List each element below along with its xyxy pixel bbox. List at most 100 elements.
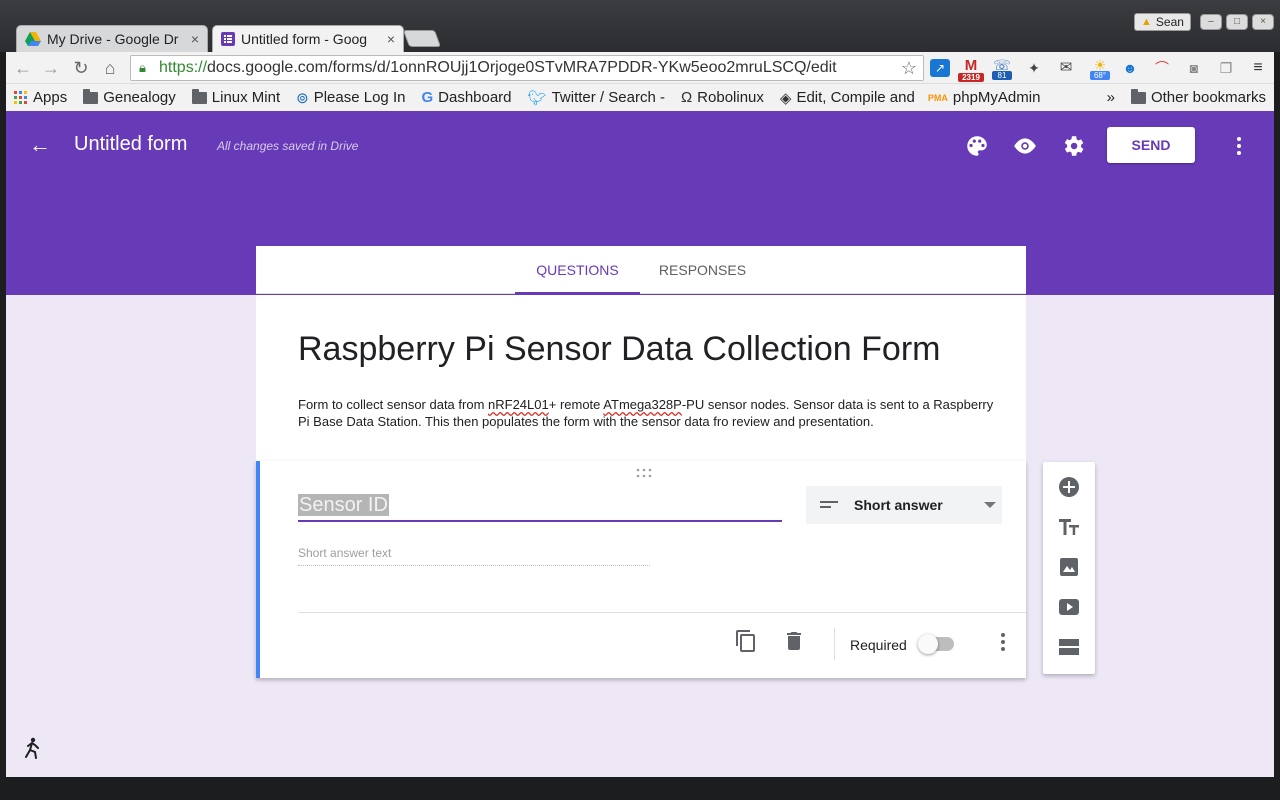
bookmark-robolinux[interactable]: Ω Robolinux: [673, 89, 772, 106]
question-card[interactable]: Sensor ID Short answer Short answer text…: [256, 461, 1026, 678]
bookmark-label: Genealogy: [103, 89, 176, 106]
screenshot-extension-icon[interactable]: ❐: [1216, 59, 1236, 77]
form-description-field[interactable]: Form to collect sensor data from nRF24L0…: [298, 396, 998, 430]
tab-title: Untitled form - Goog: [241, 31, 368, 47]
folder-icon: [191, 88, 207, 104]
description-text: Form to collect sensor data from: [298, 397, 489, 412]
close-window-button[interactable]: ×: [1252, 14, 1274, 30]
required-toggle[interactable]: [918, 634, 954, 654]
preview-eye-icon[interactable]: [1012, 133, 1038, 159]
weather-temp-badge: 68°: [1090, 71, 1110, 80]
bookmark-twitter[interactable]: 🐦︎ Twitter / Search -: [520, 89, 673, 107]
question-title-text: Sensor ID: [298, 494, 389, 516]
bookmark-genealogy[interactable]: Genealogy: [75, 88, 184, 106]
twitter-icon: 🐦︎: [527, 89, 547, 107]
forward-arrow-icon[interactable]: →: [40, 58, 62, 78]
bookmark-apps[interactable]: Apps: [6, 89, 75, 106]
settings-gear-icon[interactable]: [1060, 133, 1086, 159]
mail-extension-icon[interactable]: ✉: [1056, 59, 1076, 77]
maximize-button[interactable]: □: [1226, 14, 1248, 30]
delete-trash-icon[interactable]: [782, 629, 806, 653]
bookmark-linux-mint[interactable]: Linux Mint: [184, 88, 288, 106]
misspelled-word: nRF24L01: [488, 397, 549, 412]
reload-icon[interactable]: ↻: [70, 58, 92, 78]
url-scheme: https://: [159, 59, 208, 76]
add-video-icon[interactable]: [1057, 595, 1081, 619]
camera-extension-icon[interactable]: ◙: [1184, 59, 1204, 77]
new-tab-button[interactable]: [402, 30, 442, 47]
form-doc-title[interactable]: Untitled form: [74, 133, 187, 156]
gmail-extension-icon[interactable]: M 2319: [958, 58, 984, 82]
apps-grid-icon: [14, 90, 27, 104]
tab-title: My Drive - Google Dr: [47, 31, 179, 47]
bookmark-label: Edit, Compile and: [796, 89, 915, 106]
phone-extension-icon[interactable]: ☏ 81: [992, 58, 1012, 80]
divider: [834, 628, 835, 660]
url-text: docs.google.com/forms/d/1onnROUjj1Orjoge…: [207, 59, 837, 76]
required-label: Required: [850, 637, 907, 653]
bookmark-phpmyadmin[interactable]: PMA phpMyAdmin: [920, 89, 1049, 106]
back-arrow-icon[interactable]: ←: [28, 133, 52, 157]
folder-icon: [83, 88, 99, 104]
tab-questions[interactable]: QUESTIONS: [515, 246, 640, 294]
home-icon[interactable]: ⌂: [99, 58, 121, 78]
bookmark-label: Linux Mint: [211, 89, 281, 106]
gmail-count-badge: 2319: [958, 73, 984, 82]
drag-handle-icon[interactable]: [636, 468, 652, 478]
google-icon: G: [421, 89, 434, 106]
bookmark-label: Robolinux: [697, 89, 764, 106]
profile-button[interactable]: ▲ Sean: [1134, 13, 1191, 31]
bookmarks-bar: Apps Genealogy Linux Mint ⊚ Please Log I…: [6, 84, 1274, 111]
tab-untitled-form[interactable]: Untitled form - Goog ×: [212, 25, 404, 52]
google-drive-icon: [25, 32, 41, 46]
browser-toolbar: ← → ↻ ⌂ 🔒︎ https://docs.google.com/forms…: [6, 52, 1274, 84]
tab-strip: My Drive - Google Dr × Untitled form - G…: [0, 0, 1280, 52]
bookmark-label: Dashboard: [438, 89, 512, 106]
add-image-icon[interactable]: [1057, 555, 1081, 579]
extension-link-icon[interactable]: ↗: [930, 59, 950, 77]
more-vert-icon[interactable]: [1228, 133, 1250, 159]
accessibility-icon[interactable]: [22, 737, 42, 759]
bookmarks-overflow-button[interactable]: »: [1099, 89, 1123, 106]
question-type-select[interactable]: Short answer: [806, 486, 1002, 524]
add-title-text-icon[interactable]: [1057, 515, 1081, 539]
profile-name: Sean: [1155, 15, 1184, 29]
bookmark-label: Please Log In: [313, 89, 406, 106]
description-text: + remote: [548, 397, 604, 412]
tab-my-drive[interactable]: My Drive - Google Dr ×: [16, 25, 208, 52]
pma-icon: PMA: [927, 92, 948, 103]
bookmark-edit-compile[interactable]: ◈ Edit, Compile and: [772, 89, 920, 107]
user-extension-icon[interactable]: ☻: [1120, 59, 1140, 77]
question-title-input[interactable]: Sensor ID: [298, 494, 782, 522]
add-question-icon[interactable]: [1057, 475, 1081, 499]
other-bookmarks[interactable]: Other bookmarks: [1123, 88, 1274, 106]
save-status: All changes saved in Drive: [217, 139, 359, 153]
back-arrow-icon[interactable]: ←: [12, 58, 34, 78]
palette-icon[interactable]: [964, 133, 990, 159]
site-icon: Ω: [680, 89, 693, 106]
address-bar[interactable]: 🔒︎ https://docs.google.com/forms/d/1onnR…: [130, 55, 924, 81]
tab-close-icon[interactable]: ×: [191, 31, 199, 47]
add-item-toolbar: [1043, 462, 1095, 674]
google-forms-icon: [221, 32, 235, 46]
bookmark-please-log-in[interactable]: ⊚ Please Log In: [288, 89, 413, 107]
puzzle-extension-icon[interactable]: ✦: [1024, 59, 1044, 77]
more-vert-icon[interactable]: [998, 631, 1008, 653]
form-tabs: QUESTIONS RESPONSES: [256, 246, 1026, 294]
tab-close-icon[interactable]: ×: [387, 31, 395, 47]
bookmark-dashboard[interactable]: G Dashboard: [413, 89, 519, 106]
minimize-button[interactable]: –: [1200, 14, 1222, 30]
tab-responses[interactable]: RESPONSES: [640, 246, 765, 294]
forms-page: ← Untitled form All changes saved in Dri…: [6, 111, 1274, 777]
bookmark-label: Other bookmarks: [1150, 89, 1266, 106]
chrome-menu-icon[interactable]: ≡: [1248, 59, 1268, 77]
divider: [298, 612, 1026, 613]
form-title-field[interactable]: Raspberry Pi Sensor Data Collection Form: [298, 330, 940, 369]
bookmark-star-icon[interactable]: ☆: [901, 58, 917, 79]
folder-icon: [1130, 88, 1146, 104]
add-section-icon[interactable]: [1057, 635, 1081, 659]
duplicate-icon[interactable]: [734, 629, 758, 653]
rainbow-extension-icon[interactable]: ⌒: [1152, 59, 1172, 77]
weather-extension-icon[interactable]: ☀ 68°: [1090, 58, 1110, 80]
send-button[interactable]: SEND: [1107, 127, 1195, 163]
